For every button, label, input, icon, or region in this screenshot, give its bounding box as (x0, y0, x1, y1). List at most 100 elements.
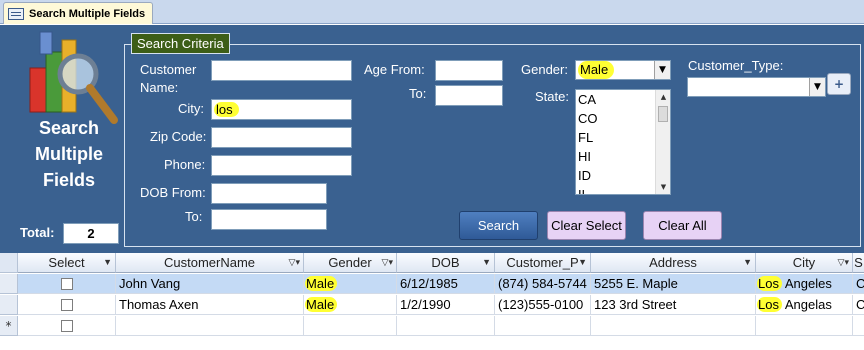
age-from-label: Age From: (364, 62, 425, 77)
form-title-line-2: Multiple (35, 144, 103, 164)
gender-cell[interactable]: Male (304, 295, 397, 315)
row-selector[interactable] (0, 274, 18, 294)
tab-label: Search Multiple Fields (29, 7, 146, 20)
search-criteria-legend: Search Criteria (131, 33, 230, 54)
total-count: 2 (63, 223, 119, 244)
clear-all-button[interactable]: Clear All (643, 211, 722, 240)
form-title-line-3: Fields (42, 170, 95, 190)
scroll-up-icon[interactable]: ▲ (656, 90, 670, 104)
select-cell[interactable] (18, 316, 116, 336)
select-checkbox[interactable] (61, 278, 73, 290)
form-title-line-1: Search (38, 118, 100, 138)
gender-select-value: Male (578, 61, 615, 79)
column-header-select[interactable]: Select ▼ (18, 253, 116, 273)
dob-to-input[interactable] (211, 209, 327, 230)
gender-select[interactable]: Male ▼ (575, 60, 671, 80)
address-cell[interactable]: 123 3rd Street (591, 295, 756, 315)
filter-icon[interactable]: ▽▾ (838, 253, 849, 272)
chevron-down-icon[interactable]: ▼ (482, 253, 491, 272)
city-cell[interactable] (756, 316, 853, 336)
state-option[interactable]: HI (578, 147, 656, 166)
phone-cell[interactable]: (123)555-0100 (495, 295, 591, 315)
gender-cell[interactable] (304, 316, 397, 336)
gender-cell[interactable]: Male (304, 274, 397, 294)
state-option[interactable]: CA (578, 90, 656, 109)
form-title: Search Multiple Fields (22, 115, 116, 193)
scroll-down-icon[interactable]: ▼ (656, 180, 670, 194)
clear-select-button[interactable]: Clear Select (547, 211, 626, 240)
column-header-gender[interactable]: Gender ▽▾ (304, 253, 397, 273)
phone-cell[interactable] (495, 316, 591, 336)
customer-type-select[interactable]: ▼ (687, 77, 826, 97)
phone-input[interactable] (211, 155, 352, 176)
address-cell[interactable] (591, 316, 756, 336)
new-record-row[interactable]: * (0, 316, 864, 336)
city-input[interactable]: los (211, 99, 352, 120)
customer-name-input[interactable] (211, 60, 352, 81)
column-header-dob[interactable]: DOB ▼ (397, 253, 495, 273)
state-label: State: (535, 89, 569, 104)
customer-type-label: Customer_Type: (688, 58, 784, 73)
customer-name-cell[interactable] (116, 316, 304, 336)
search-form: Search Multiple Fields Total: 2 Search C… (0, 25, 864, 253)
customer-name-label-line-2: Name: (140, 80, 179, 95)
tab-search-multiple-fields[interactable]: Search Multiple Fields (3, 2, 153, 24)
row-selector[interactable] (0, 295, 18, 315)
age-from-input[interactable] (435, 60, 503, 81)
dob-cell[interactable]: 1/2/1990 (397, 295, 495, 315)
select-checkbox[interactable] (61, 299, 73, 311)
zip-code-input[interactable] (211, 127, 352, 148)
add-customer-type-button[interactable]: + (827, 73, 851, 95)
dob-from-label: DOB From: (140, 185, 206, 200)
scroll-thumb[interactable] (658, 106, 668, 122)
select-all-corner[interactable] (0, 253, 18, 273)
age-to-input[interactable] (435, 85, 503, 106)
chevron-down-icon[interactable]: ▼ (743, 253, 752, 272)
form-icon (8, 7, 24, 20)
customer-name-cell[interactable]: John Vang (116, 274, 304, 294)
new-record-marker[interactable]: * (0, 316, 18, 336)
column-header-address[interactable]: Address ▼ (591, 253, 756, 273)
select-checkbox[interactable] (61, 320, 73, 332)
phone-label: Phone: (164, 157, 206, 172)
state-option[interactable]: IL (578, 185, 656, 194)
column-header-customer-name[interactable]: CustomerName ▽▾ (116, 253, 304, 273)
phone-cell[interactable]: (874) 584-5744 (495, 274, 591, 294)
state-cell[interactable]: C (853, 274, 864, 294)
table-row[interactable]: John Vang Male 6/12/1985 (874) 584-5744 … (0, 274, 864, 294)
chevron-down-icon[interactable]: ▼ (809, 78, 825, 96)
state-option[interactable]: ID (578, 166, 656, 185)
state-listbox[interactable]: CA CO FL HI ID IL ▲ ▼ (575, 89, 671, 195)
search-button[interactable]: Search (459, 211, 538, 240)
city-cell[interactable]: Los Angelas (756, 295, 853, 315)
column-header-customer-phone[interactable]: Customer_P ▼ (495, 253, 591, 273)
select-cell[interactable] (18, 295, 116, 315)
dob-cell[interactable] (397, 316, 495, 336)
state-option[interactable]: CO (578, 109, 656, 128)
state-option[interactable]: FL (578, 128, 656, 147)
city-cell[interactable]: Los Angeles (756, 274, 853, 294)
column-header-city[interactable]: City ▽▾ (756, 253, 853, 273)
customer-name-cell[interactable]: Thomas Axen (116, 295, 304, 315)
state-cell[interactable] (853, 316, 864, 336)
dob-cell[interactable]: 6/12/1985 (397, 274, 495, 294)
state-cell[interactable]: C (853, 295, 864, 315)
document-tab-bar: Search Multiple Fields (0, 0, 864, 24)
filter-icon[interactable]: ▽▾ (382, 253, 393, 272)
chevron-down-icon[interactable]: ▼ (103, 253, 112, 272)
age-to-label: To: (409, 86, 427, 101)
table-row[interactable]: Thomas Axen Male 1/2/1990 (123)555-0100 … (0, 295, 864, 315)
city-label: City: (178, 101, 204, 116)
select-cell[interactable] (18, 274, 116, 294)
results-datasheet: Select ▼ CustomerName ▽▾ Gender ▽▾ DOB ▼ Cus… (0, 253, 864, 350)
dob-from-input[interactable] (211, 183, 327, 204)
search-chart-icon (29, 31, 118, 124)
customer-name-label-line-1: Customer (140, 62, 197, 77)
column-header-state[interactable]: S (853, 253, 864, 273)
chevron-down-icon[interactable]: ▼ (578, 253, 587, 272)
address-cell[interactable]: 5255 E. Maple (591, 274, 756, 294)
state-scrollbar[interactable]: ▲ ▼ (655, 90, 670, 194)
zip-code-label: Zip Code: (150, 129, 207, 144)
filter-icon[interactable]: ▽▾ (289, 253, 300, 272)
chevron-down-icon[interactable]: ▼ (654, 61, 670, 79)
